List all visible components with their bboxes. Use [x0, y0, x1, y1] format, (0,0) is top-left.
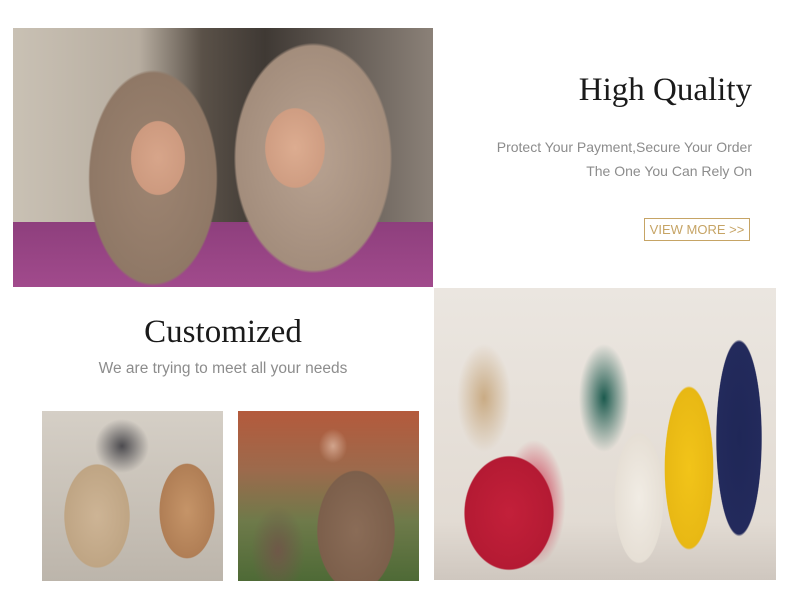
high-quality-title: High Quality [578, 72, 752, 108]
hero-photo-two-women-hijab [13, 28, 433, 287]
high-quality-line-2: The One You Can Rely On [586, 163, 752, 179]
photo-two-boys [238, 411, 419, 581]
view-more-button[interactable]: VIEW MORE >> [644, 218, 750, 241]
high-quality-line-1: Protect Your Payment,Secure Your Order [496, 139, 752, 155]
customized-title: Customized [144, 314, 302, 350]
customized-subtitle: We are trying to meet all your needs [98, 360, 348, 377]
photo-group-of-women [434, 288, 776, 580]
photo-man-and-woman [42, 411, 223, 581]
